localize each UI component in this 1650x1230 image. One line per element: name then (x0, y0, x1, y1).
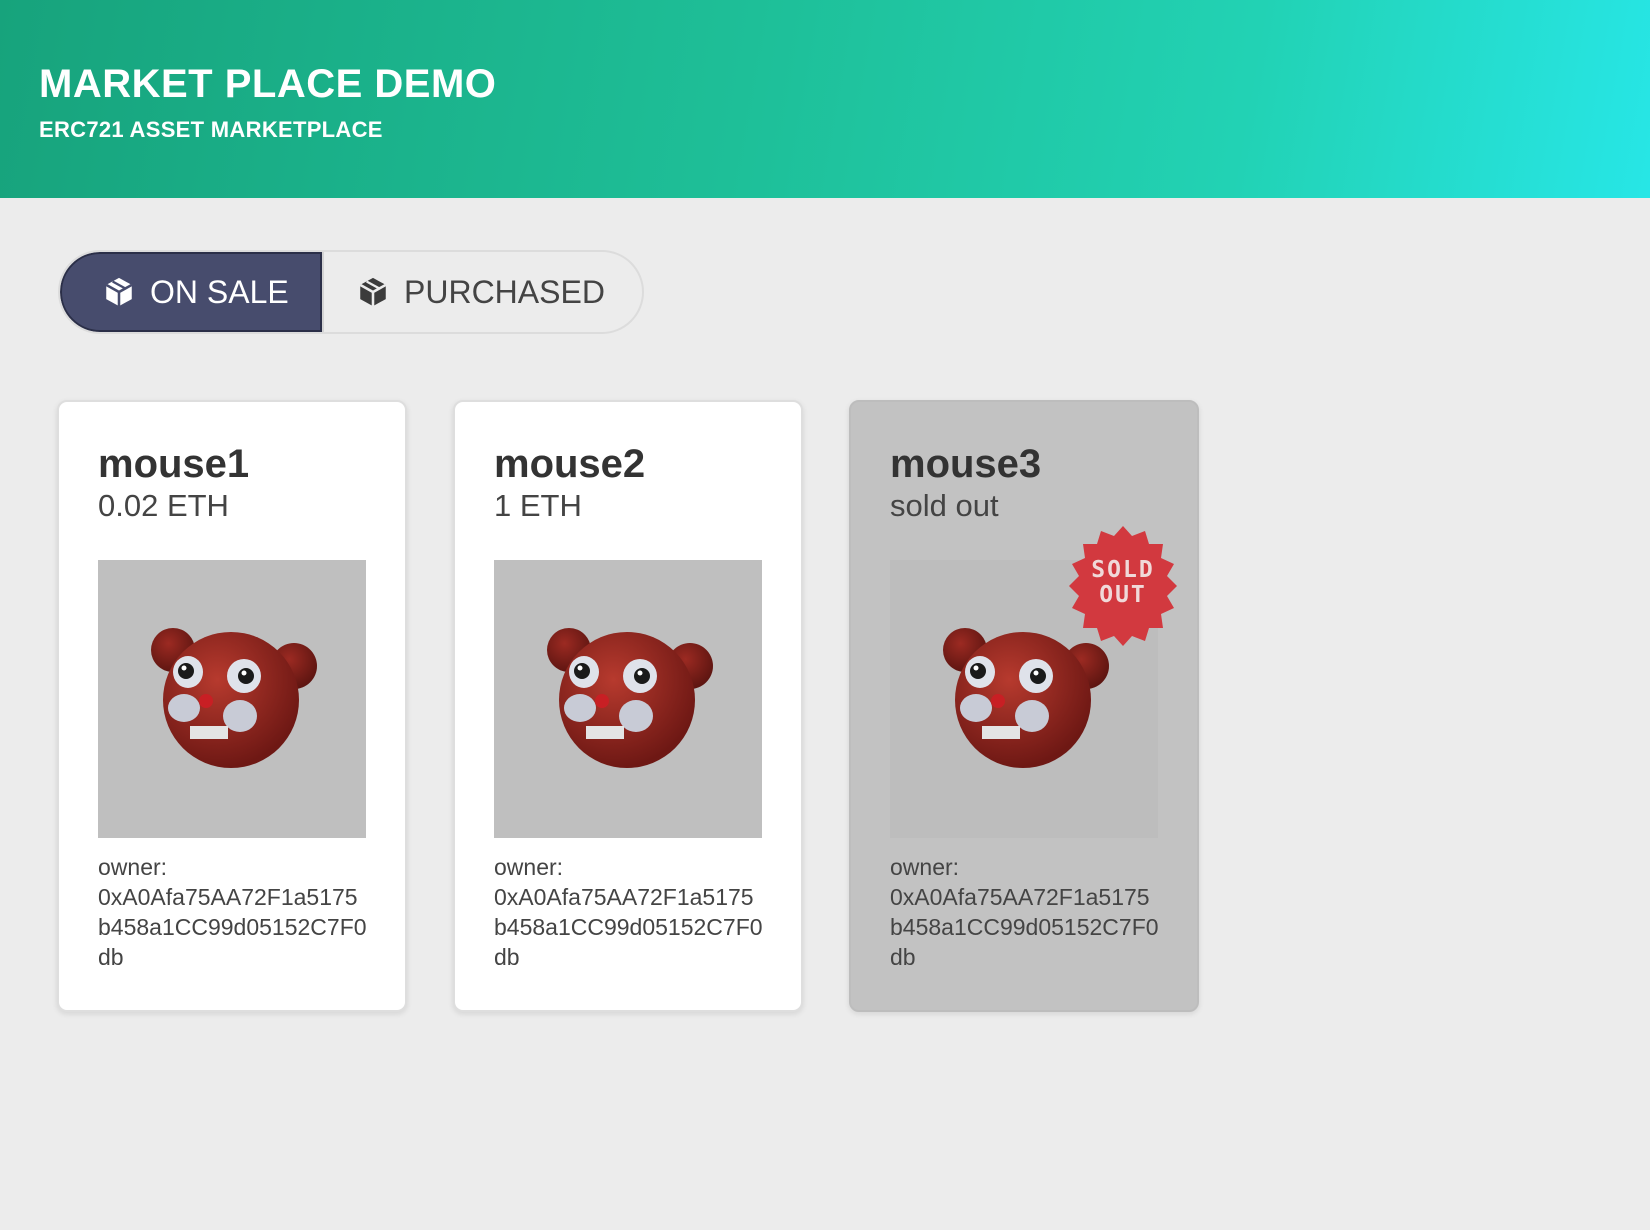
tab-purchased[interactable]: PURCHASED (322, 252, 642, 332)
asset-price: 1 ETH (494, 488, 582, 523)
app-title: MARKET PLACE DEMO (39, 62, 497, 106)
mouse-avatar-image (547, 628, 713, 768)
asset-name: mouse1 (98, 442, 250, 486)
asset-name: mouse3 (890, 442, 1042, 486)
asset-card-mouse3[interactable]: mouse3 sold out SOLD OUT owner: 0xA0Afa7… (849, 400, 1199, 1012)
cube-icon (102, 275, 136, 309)
owner-info: owner: 0xA0Afa75AA72F1a5175b458a1CC99d05… (98, 852, 368, 972)
app-header: MARKET PLACE DEMO ERC721 ASSET MARKETPLA… (0, 0, 1650, 198)
asset-status: sold out (890, 488, 999, 523)
owner-address: 0xA0Afa75AA72F1a5175b458a1CC99d05152C7F0… (890, 884, 1159, 970)
sold-out-badge: SOLD OUT (1061, 524, 1185, 648)
tab-on-sale[interactable]: ON SALE (60, 252, 322, 332)
asset-card-mouse1[interactable]: mouse1 0.02 ETH owner: 0xA0Afa75AA72F1a5… (57, 400, 407, 1012)
mouse-avatar-image (151, 628, 317, 768)
asset-price: 0.02 ETH (98, 488, 229, 523)
owner-label: owner: (98, 854, 168, 880)
tab-label: PURCHASED (404, 273, 605, 310)
badge-line-sold: SOLD (1091, 557, 1155, 583)
owner-address: 0xA0Afa75AA72F1a5175b458a1CC99d05152C7F0… (98, 884, 367, 970)
owner-info: owner: 0xA0Afa75AA72F1a5175b458a1CC99d05… (890, 852, 1160, 972)
asset-name: mouse2 (494, 442, 646, 486)
tab-bar: ON SALE PURCHASED (58, 250, 644, 334)
owner-label: owner: (890, 854, 960, 880)
owner-info: owner: 0xA0Afa75AA72F1a5175b458a1CC99d05… (494, 852, 764, 972)
badge-line-out: OUT (1099, 582, 1147, 608)
asset-image (494, 560, 762, 838)
asset-image (98, 560, 366, 838)
asset-card-mouse2[interactable]: mouse2 1 ETH owner: 0xA0Afa75AA72F1a5175… (453, 400, 803, 1012)
owner-label: owner: (494, 854, 564, 880)
tab-label: ON SALE (150, 273, 289, 310)
owner-address: 0xA0Afa75AA72F1a5175b458a1CC99d05152C7F0… (494, 884, 763, 970)
cube-icon (356, 275, 390, 309)
app-subtitle: ERC721 ASSET MARKETPLACE (39, 117, 383, 142)
